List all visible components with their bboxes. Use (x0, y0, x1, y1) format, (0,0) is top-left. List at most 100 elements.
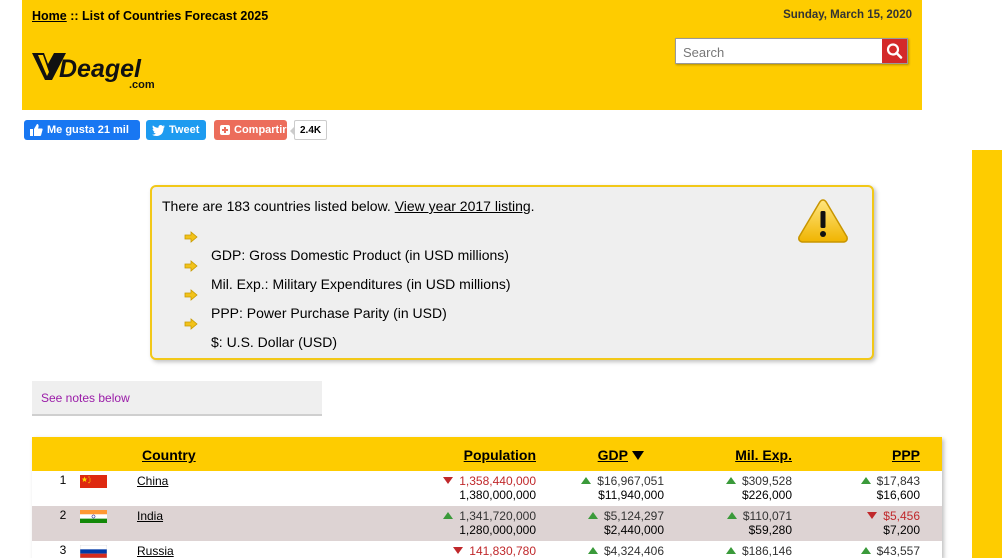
table-row: 3 Russia 141,830,780 $4,324,406 $186,146 $43,… (32, 541, 942, 558)
trend-up-icon (725, 477, 736, 484)
forecast-value: $16,967,051 (597, 474, 664, 488)
current-value: $16,600 (876, 488, 920, 502)
rank-number: 2 (59, 508, 67, 522)
milexp-cell: $186,146 (725, 544, 792, 558)
gdp-header-label: GDP (597, 447, 628, 463)
legend-text: $: U.S. Dollar (USD) (211, 334, 338, 350)
logo-suffix: .com (129, 79, 155, 91)
country-link[interactable]: China (137, 474, 168, 488)
trend-up-icon (860, 547, 871, 554)
trend-up-icon (587, 547, 598, 554)
facebook-like-button[interactable]: Me gusta 21 mil (24, 120, 140, 140)
population-cell: 1,358,440,000 1,380,000,000 (443, 474, 536, 502)
info-box: There are 183 countries listed below. Vi… (150, 185, 874, 360)
notes-panel: See notes below (32, 381, 322, 416)
trend-up-icon (587, 512, 598, 519)
table-header: Country Population GDP Mil. Exp. PPP (32, 437, 942, 471)
table-row: 1 China 1,358,440,000 1,380,000,000 $16,967,… (32, 471, 942, 506)
population-cell: 141,830,780 (453, 544, 536, 558)
forecast-value: $186,146 (741, 544, 792, 558)
country-column-header[interactable]: Country (142, 447, 196, 463)
gdp-cell: $16,967,051 $11,940,000 (581, 474, 664, 502)
gdp-cell: $5,124,297 $2,440,000 (587, 509, 664, 537)
see-notes-link[interactable]: See notes below (41, 391, 130, 405)
population-column-header[interactable]: Population (464, 447, 536, 463)
deagel-logo[interactable]: Deagel .com (32, 50, 162, 91)
current-value: 1,280,000,000 (459, 523, 536, 537)
gdp-cell: $4,324,406 (587, 544, 664, 558)
arrow-right-icon (184, 259, 198, 275)
current-value: $11,940,000 (598, 488, 664, 502)
plus-square-icon (220, 125, 230, 135)
forecast-value: $17,843 (876, 474, 920, 488)
trend-up-icon (581, 477, 592, 484)
search-button[interactable] (882, 39, 907, 63)
twitter-bird-icon (152, 124, 165, 136)
milexp-cell: $110,071 $59,280 (726, 509, 792, 537)
forecast-value: $110,071 (742, 509, 792, 523)
share-count: 2.4K (289, 120, 328, 140)
milexp-cell: $309,528 $226,000 (725, 474, 792, 502)
arrow-right-icon (184, 317, 198, 333)
current-value: 1,380,000,000 (459, 488, 536, 502)
milexp-column-header[interactable]: Mil. Exp. (735, 447, 792, 463)
ppp-cell: $17,843 $16,600 (860, 474, 920, 502)
trend-up-icon (443, 512, 454, 519)
search-icon (886, 43, 903, 59)
forecast-value: $5,124,297 (603, 509, 664, 523)
view-2017-link[interactable]: View year 2017 listing (395, 198, 531, 214)
ppp-cell: $5,456 $7,200 (867, 509, 920, 537)
trend-up-icon (860, 477, 871, 484)
thumbs-up-icon (30, 124, 43, 136)
trend-up-icon (725, 547, 736, 554)
forecast-value: 141,830,780 (469, 544, 536, 558)
home-link[interactable]: Home (32, 9, 67, 23)
legend-text: Mil. Exp.: Military Expenditures (in USD… (211, 276, 511, 292)
right-decorative-bar (972, 150, 1002, 558)
russia-flag-icon (79, 544, 108, 558)
gdp-column-header[interactable]: GDP (598, 447, 644, 463)
intro-period: . (530, 198, 535, 214)
ppp-column-header[interactable]: PPP (892, 447, 920, 463)
current-value: $59,280 (748, 523, 792, 537)
forecast-value: 1,341,720,000 (459, 509, 536, 523)
search-input[interactable] (681, 40, 885, 64)
countries-table: Country Population GDP Mil. Exp. PPP 1 Ch… (32, 437, 942, 558)
ppp-cell: $43,557 (860, 544, 920, 558)
tweet-label: Tweet (169, 124, 200, 136)
rank-number: 1 (59, 473, 67, 487)
forecast-value: $5,456 (883, 509, 920, 523)
country-link[interactable]: Russia (137, 544, 174, 558)
current-value: $2,440,000 (603, 523, 664, 537)
share-label: Compartir (234, 124, 287, 136)
forecast-value: 1,358,440,000 (459, 474, 536, 488)
arrow-right-icon (184, 288, 198, 304)
trend-down-icon (867, 512, 878, 519)
trend-up-icon (726, 512, 737, 519)
india-flag-icon (80, 510, 107, 523)
current-date: Sunday, March 15, 2020 (783, 9, 912, 21)
trend-down-icon (443, 477, 454, 484)
tweet-button[interactable]: Tweet (146, 120, 206, 140)
rank-number: 3 (59, 543, 67, 557)
sort-desc-icon (632, 451, 644, 460)
share-button[interactable]: Compartir (214, 120, 287, 140)
info-intro: There are 183 countries listed below. Vi… (162, 198, 535, 214)
legend-text: PPP: Power Purchase Parity (in USD) (211, 305, 447, 321)
country-link[interactable]: India (137, 509, 163, 523)
current-value: $7,200 (883, 523, 920, 537)
breadcrumb: Home :: List of Countries Forecast 2025 (32, 9, 268, 23)
forecast-value: $309,528 (741, 474, 792, 488)
site-header: Home :: List of Countries Forecast 2025 … (22, 0, 922, 110)
china-flag-icon (80, 475, 107, 488)
arrow-right-icon (184, 230, 198, 246)
search-box (675, 38, 908, 64)
table-row: 2 India 1,341,720,000 1,280,000,000 $5,124,2… (32, 506, 942, 541)
page-title: List of Countries Forecast 2025 (82, 9, 269, 23)
country-count-text: There are 183 countries listed below. (162, 198, 395, 214)
trend-down-icon (453, 547, 464, 554)
population-cell: 1,341,720,000 1,280,000,000 (443, 509, 536, 537)
warning-icon (796, 197, 850, 250)
like-label: Me gusta 21 mil (47, 124, 129, 136)
forecast-value: $4,324,406 (603, 544, 664, 558)
